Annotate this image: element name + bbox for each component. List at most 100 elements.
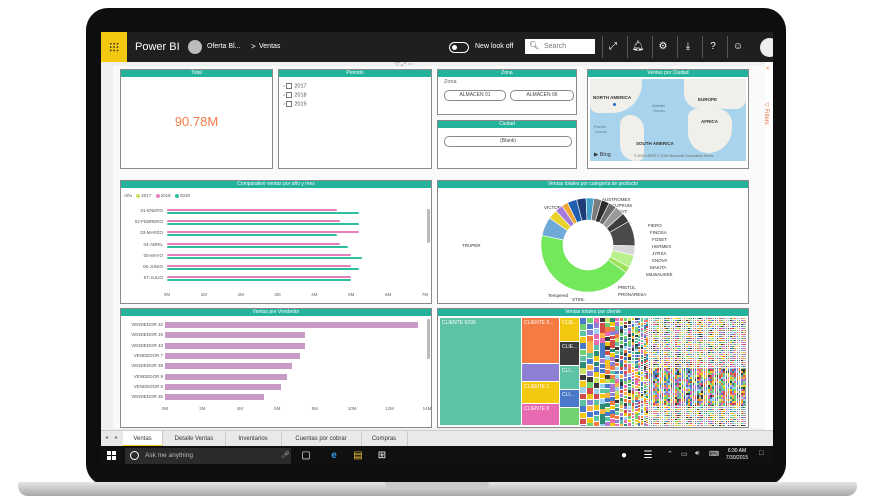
bar-2019[interactable] [167,212,359,214]
treemap-tile[interactable] [615,375,620,379]
treemap-tile[interactable] [599,378,605,384]
treemap-tile[interactable] [627,344,631,347]
treemap-tile[interactable] [610,366,615,370]
treemap-tile[interactable] [610,414,615,419]
treemap-tile[interactable] [627,399,631,403]
zona-slicer[interactable]: Zona Zona ALMACEN 01 ALMACEN 06 [437,69,577,115]
slicer-option[interactable]: ALMACEN 06 [510,90,574,101]
tray-circle-icon[interactable]: ● [617,449,631,463]
treemap-tile[interactable] [560,408,579,425]
checkbox[interactable] [286,92,293,98]
treemap-tile[interactable] [587,370,593,376]
treemap-tile[interactable] [605,365,610,370]
treemap-tile[interactable] [593,350,599,356]
treemap-tile[interactable] [605,369,610,374]
treemap-tile[interactable] [619,355,624,360]
treemap-tile[interactable] [599,368,605,374]
treemap-tile[interactable] [599,338,605,343]
treemap-tile[interactable] [605,336,610,341]
treemap-tile[interactable] [610,344,615,349]
vendor-bar[interactable] [165,352,300,359]
treemap-tile[interactable] [580,374,587,381]
treemap-tile[interactable] [619,340,624,344]
slicer-option[interactable]: (Blank) [444,136,572,147]
checkbox[interactable] [286,83,293,89]
treemap-tile[interactable] [599,404,605,409]
treemap-tile[interactable] [624,413,628,417]
treemap-tile[interactable] [627,318,631,321]
treemap-tile[interactable] [593,410,599,416]
treemap-tile[interactable] [627,321,631,324]
treemap-tile[interactable] [624,377,628,381]
scrollbar[interactable] [427,209,430,243]
treemap-tile[interactable] [605,322,610,327]
treemap-tile[interactable] [627,367,631,370]
treemap-tile[interactable] [610,322,615,327]
categoria-chart[interactable]: Ventas totales por categoría de producto… [437,180,749,304]
slicer-item[interactable]: › 2017 [283,83,307,89]
treemap-tile[interactable] [624,328,628,332]
treemap-tile[interactable] [615,342,620,346]
treemap-tile[interactable] [605,341,610,346]
treemap-tile[interactable] [599,358,605,363]
treemap-tile[interactable] [599,318,605,323]
treemap-tile[interactable] [619,390,624,394]
treemap-tile[interactable] [610,410,615,414]
tab-prev-icon[interactable]: ◂ [105,434,108,441]
treemap-tile[interactable] [631,403,635,406]
treemap-tile[interactable] [593,323,599,329]
treemap-tile[interactable] [587,359,593,365]
treemap-tile[interactable] [624,402,628,406]
treemap-tile[interactable] [605,332,610,337]
treemap-tile[interactable] [593,361,599,367]
people-icon[interactable]: ☰ [641,449,655,463]
treemap-tile[interactable] [580,330,587,337]
treemap-tile[interactable] [619,424,624,426]
filters-pane[interactable]: < ▽ Filters [763,62,773,432]
treemap-tile[interactable] [627,347,631,351]
tab-detalle-ventas[interactable]: Detalle Ventas [163,431,226,447]
scrollbar[interactable] [427,319,430,359]
treemap-tile[interactable] [624,367,628,371]
visual-header-icons[interactable]: ▽ ⤢ ⋯ [395,61,414,69]
bar-2018[interactable] [167,231,359,234]
treemap-tile[interactable] [627,422,631,426]
treemap-tile[interactable] [631,424,635,426]
treemap-tile[interactable] [619,363,624,367]
treemap-tile[interactable] [610,379,615,384]
treemap-tile[interactable] [605,360,610,365]
treemap-tile[interactable] [593,416,599,421]
bar-2019[interactable] [167,234,337,237]
treemap-tile[interactable] [610,423,615,426]
download-icon[interactable]: ⤓ [678,38,698,56]
treemap-tile[interactable] [615,391,620,395]
treemap-tile[interactable] [593,399,599,405]
treemap-tile[interactable] [627,373,631,377]
treemap-tile[interactable] [610,357,615,362]
treemap-tile[interactable] [605,412,610,417]
treemap-tile[interactable] [599,333,605,338]
breadcrumb-report[interactable]: Ventas [259,43,280,50]
bar-2018[interactable] [167,242,341,245]
treemap-tile[interactable] [599,353,605,358]
treemap-tile[interactable] [615,338,620,342]
treemap-tile[interactable] [610,418,615,423]
treemap-tile[interactable] [619,412,624,416]
treemap-tile[interactable] [605,402,610,407]
treemap-tile[interactable] [605,327,610,332]
treemap-tile[interactable] [627,380,631,383]
treemap-tile[interactable] [615,318,620,322]
treemap-tile[interactable] [599,394,605,399]
treemap-tile[interactable] [587,353,593,359]
treemap-tile[interactable] [615,366,620,371]
treemap-tile[interactable] [610,361,615,366]
treemap-tile[interactable]: CLIENTE 1 [522,382,559,403]
treemap-tile[interactable] [615,334,620,338]
treemap-tile[interactable] [615,403,620,408]
treemap-tile[interactable] [605,374,610,379]
vendor-bar[interactable] [165,322,418,328]
treemap-tile[interactable] [605,398,610,403]
map-surface[interactable]: NORTH AMERICA EUROPE AFRICA SOUTH AMERIC… [590,79,746,161]
treemap-tile[interactable] [627,383,631,387]
treemap-tile[interactable] [619,352,624,356]
